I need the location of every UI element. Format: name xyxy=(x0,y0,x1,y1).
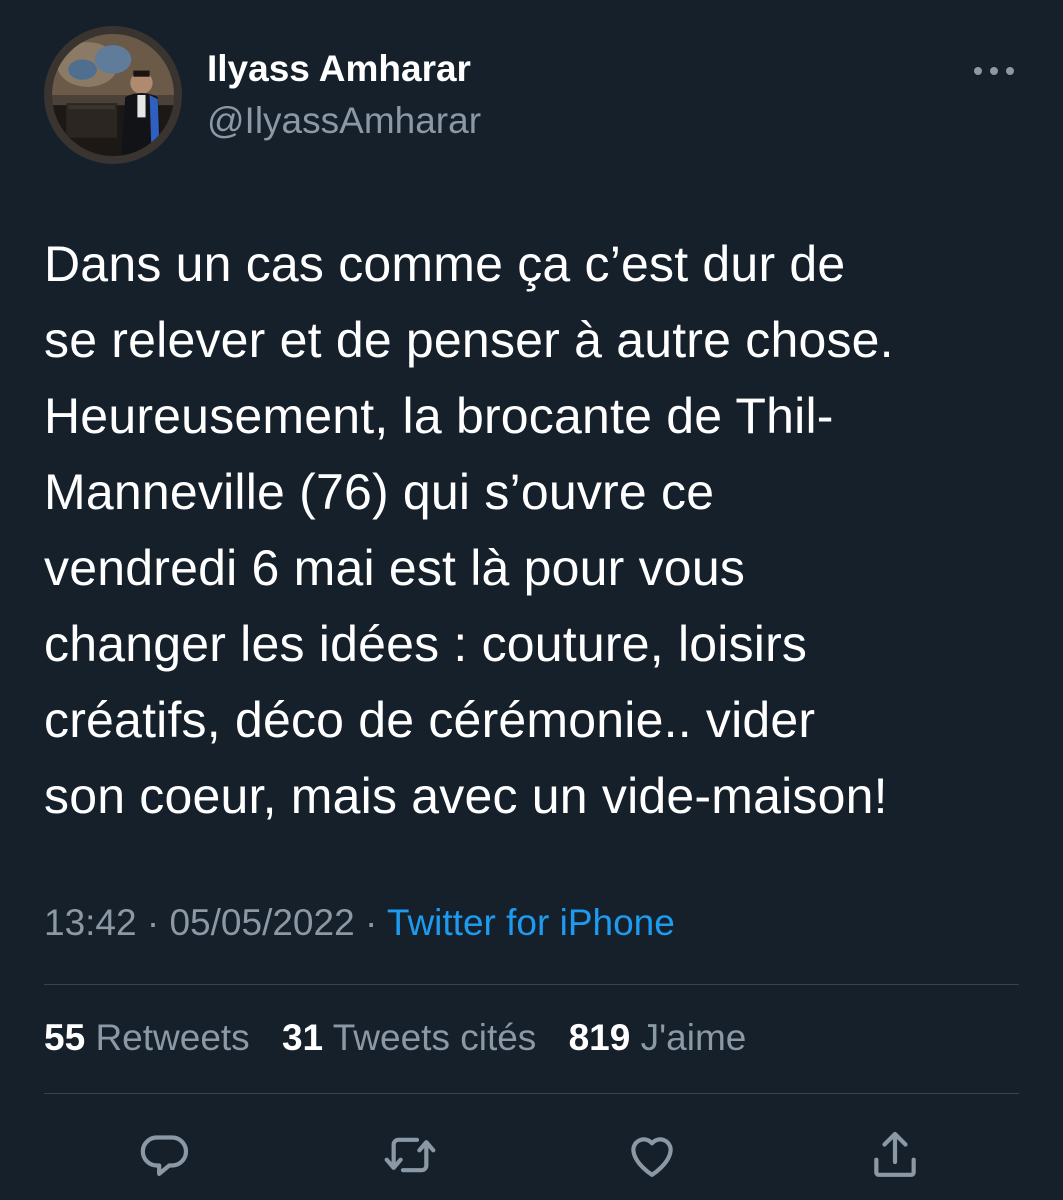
more-icon xyxy=(974,67,1014,75)
divider xyxy=(44,1093,1019,1094)
like-button[interactable] xyxy=(622,1125,682,1185)
display-name[interactable]: Ilyass Amharar xyxy=(207,48,471,90)
quotes-stat[interactable]: 31 Tweets cités xyxy=(282,1017,536,1058)
tweet-actions xyxy=(0,1125,1063,1185)
avatar-photo xyxy=(52,34,174,156)
retweet-icon xyxy=(384,1137,436,1173)
like-icon xyxy=(631,1137,673,1177)
meta-separator: · xyxy=(146,902,160,943)
likes-count: 819 xyxy=(568,1017,631,1058)
tweet-time: 13:42 xyxy=(44,902,137,943)
avatar[interactable] xyxy=(44,26,182,164)
quotes-count: 31 xyxy=(281,1017,324,1058)
more-options-button[interactable] xyxy=(966,54,1022,88)
retweets-label: Retweets xyxy=(95,1017,250,1058)
retweets-stat[interactable]: 55 Retweets xyxy=(44,1017,250,1058)
retweets-count: 55 xyxy=(44,1017,86,1058)
quotes-label: Tweets cités xyxy=(332,1017,537,1058)
tweet-stats: 55 Retweets 31 Tweets cités 819 J'aime xyxy=(44,1017,768,1059)
likes-label: J'aime xyxy=(640,1017,747,1058)
reply-icon xyxy=(140,1135,189,1176)
divider xyxy=(44,984,1019,985)
tweet-date: 05/05/2022 xyxy=(169,902,355,943)
tweet-source-link[interactable]: Twitter for iPhone xyxy=(387,902,675,943)
share-button[interactable] xyxy=(865,1125,925,1185)
meta-separator: · xyxy=(364,902,378,943)
share-icon xyxy=(874,1131,916,1177)
retweet-button[interactable] xyxy=(380,1125,440,1185)
tweet-meta: 13:42 · 05/05/2022 · Twitter for iPhone xyxy=(44,902,675,944)
user-handle[interactable]: @IlyassAmharar xyxy=(207,100,481,142)
reply-button[interactable] xyxy=(135,1125,195,1185)
likes-stat[interactable]: 819 J'aime xyxy=(569,1017,747,1058)
tweet-text: Dans un cas comme ça c’est dur de se rel… xyxy=(44,236,894,824)
